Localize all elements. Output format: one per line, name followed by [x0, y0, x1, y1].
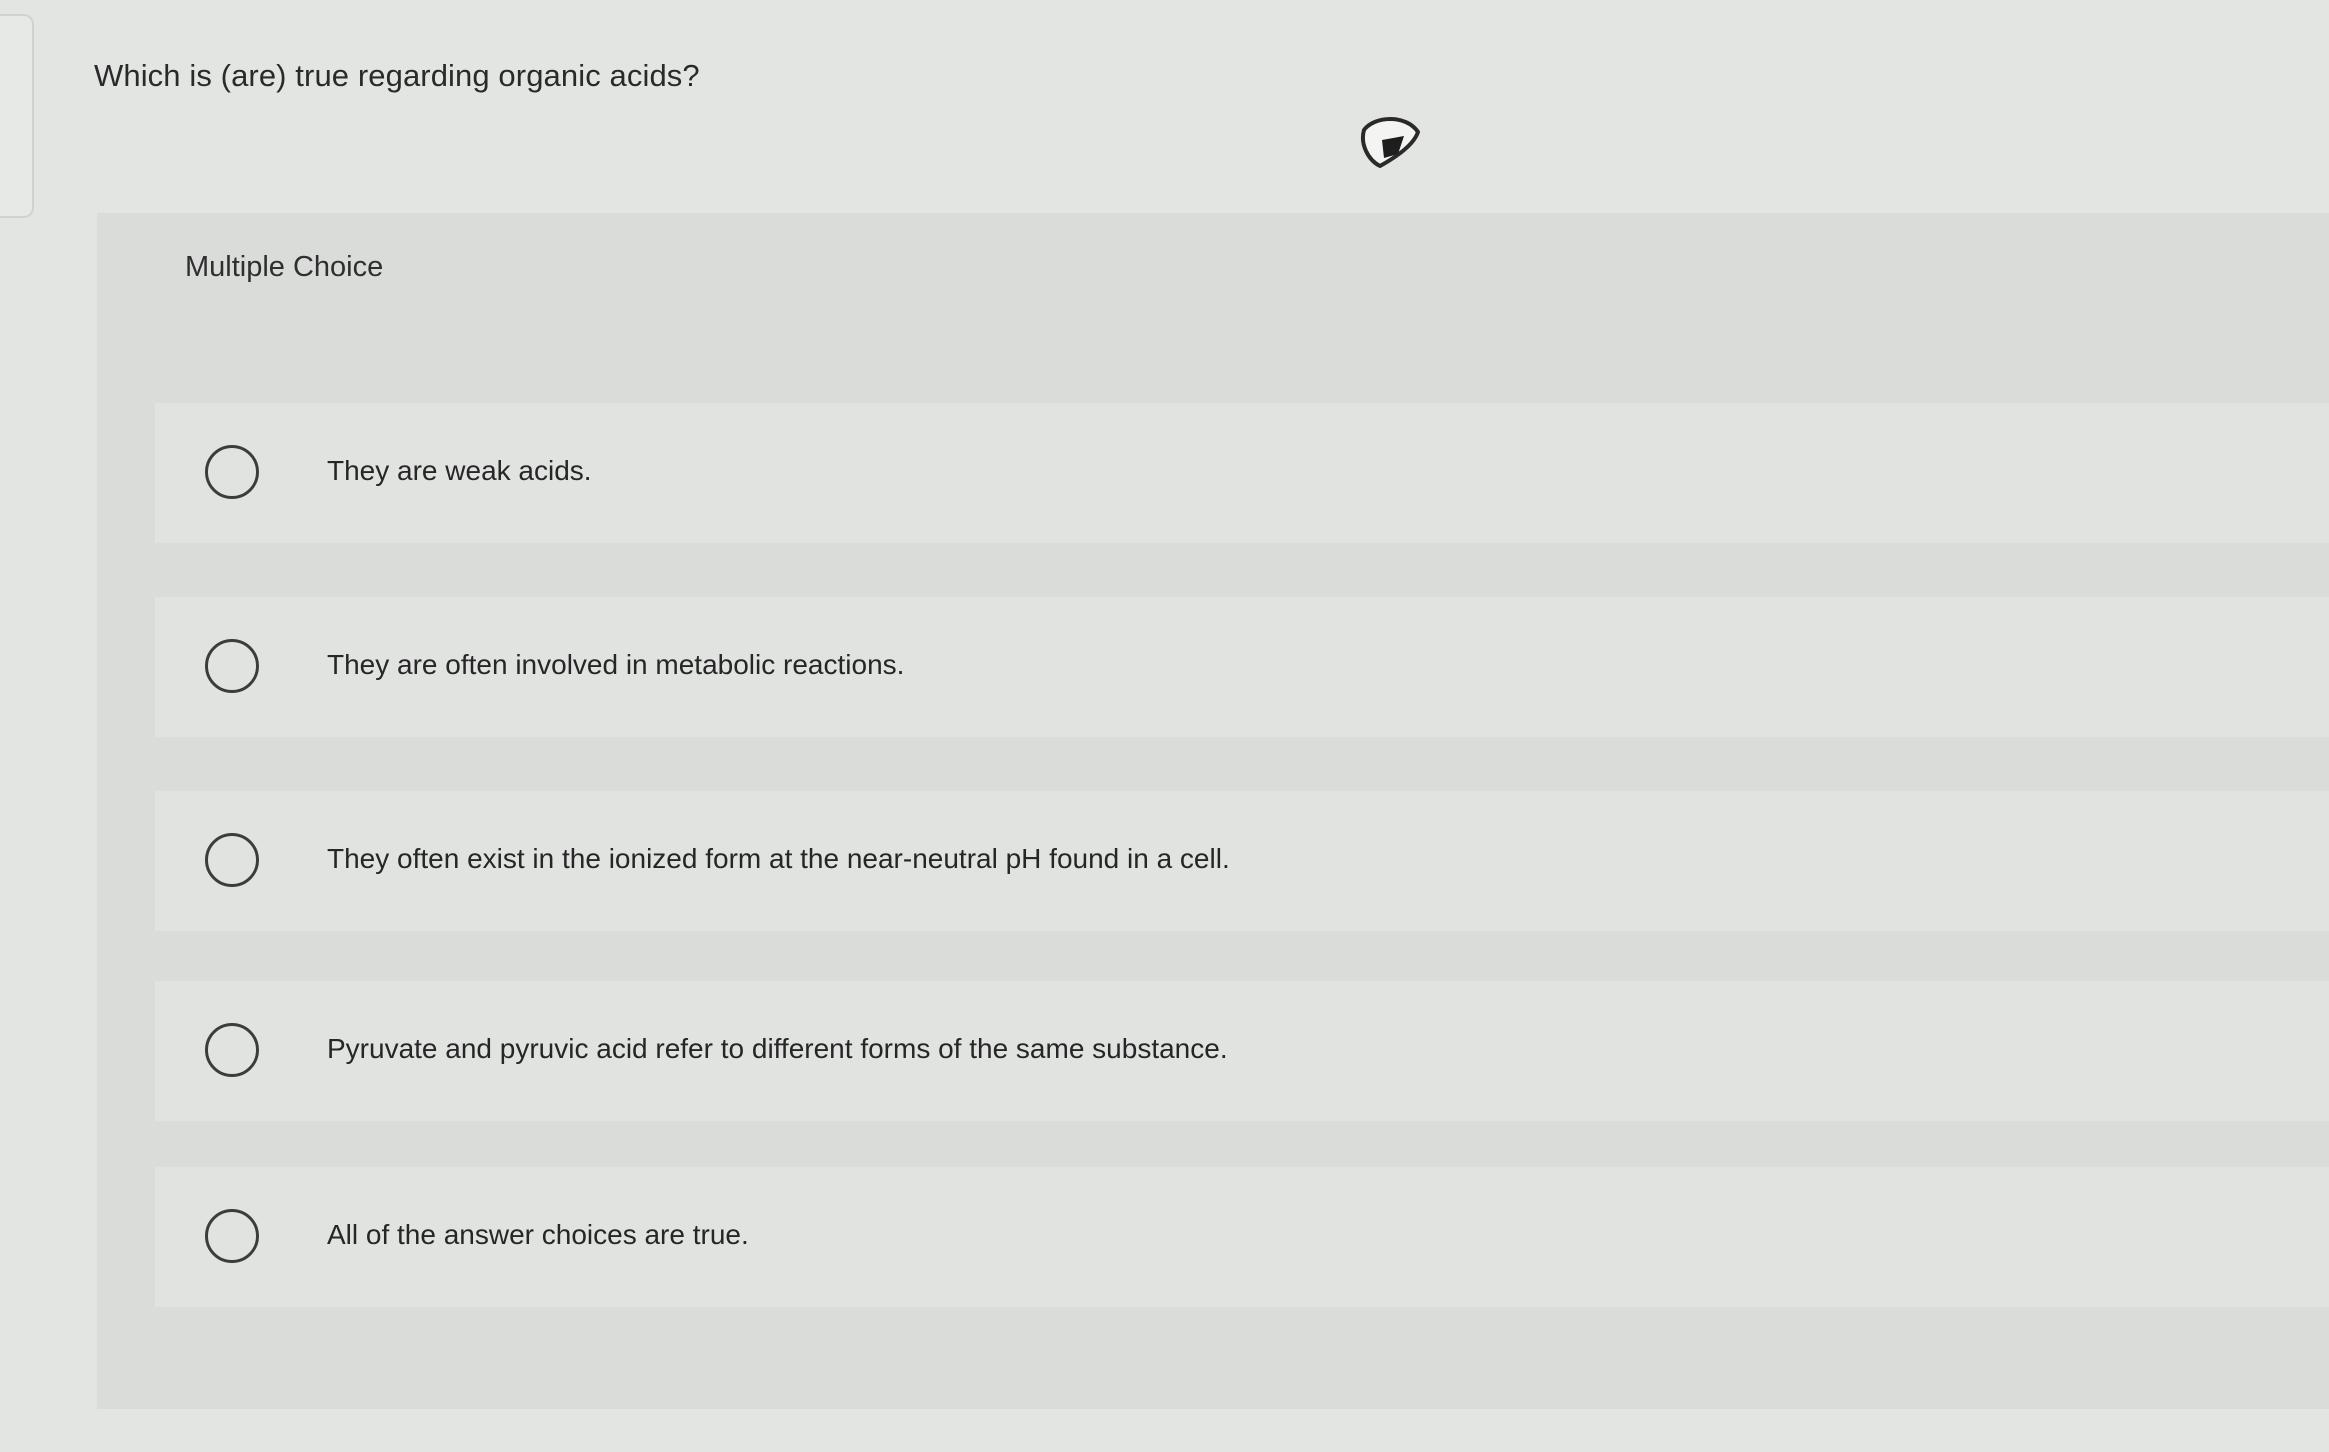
radio-button[interactable]: [205, 833, 259, 887]
bookmark-flag-icon[interactable]: [1354, 110, 1426, 178]
answer-choice-4[interactable]: Pyruvate and pyruvic acid refer to diffe…: [155, 981, 2329, 1121]
radio-button[interactable]: [205, 639, 259, 693]
radio-button[interactable]: [205, 445, 259, 499]
multiple-choice-panel: Multiple Choice They are weak acids. The…: [97, 213, 2329, 1409]
side-panel-tab[interactable]: [0, 14, 34, 218]
question-type-label: Multiple Choice: [185, 251, 384, 283]
answer-choice-label: They are weak acids.: [327, 455, 592, 486]
answer-choice-label: They are often involved in metabolic rea…: [327, 649, 905, 680]
answer-choice-5[interactable]: All of the answer choices are true.: [155, 1167, 2329, 1307]
radio-button[interactable]: [205, 1023, 259, 1077]
answer-choice-label: All of the answer choices are true.: [327, 1219, 749, 1250]
answer-choice-label: They often exist in the ionized form at …: [327, 843, 1230, 874]
answer-choice-3[interactable]: They often exist in the ionized form at …: [155, 791, 2329, 931]
answer-choice-2[interactable]: They are often involved in metabolic rea…: [155, 597, 2329, 737]
answer-choice-1[interactable]: They are weak acids.: [155, 403, 2329, 543]
radio-button[interactable]: [205, 1209, 259, 1263]
question-prompt: Which is (are) true regarding organic ac…: [94, 58, 700, 93]
answer-choice-label: Pyruvate and pyruvic acid refer to diffe…: [327, 1033, 1228, 1064]
